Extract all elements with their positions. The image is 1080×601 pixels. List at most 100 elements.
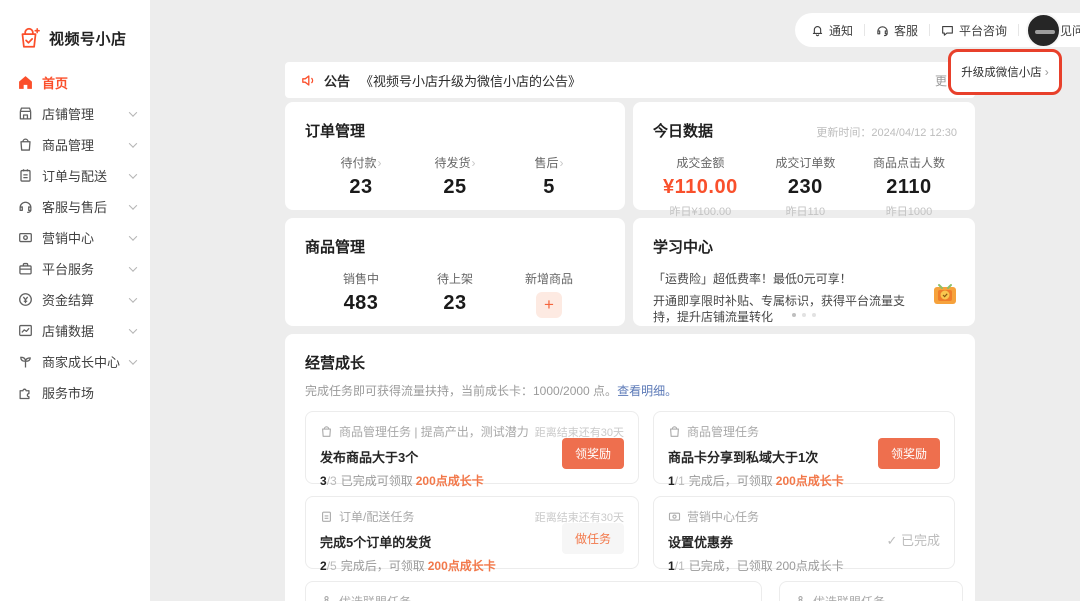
shop-bag-logo-icon (17, 26, 41, 50)
stat-on-sale[interactable]: 销售中 483 (333, 270, 389, 318)
sidebar-item-home[interactable]: 首页 (18, 72, 136, 93)
task-progress: 3/3已完成可领取200点成长卡 (320, 472, 624, 489)
sidebar-item-label: 资金结算 (42, 290, 94, 309)
upgrade-label: 升级成微信小店 (961, 64, 1042, 80)
sidebar-item-funds-settlement[interactable]: 资金结算 (18, 289, 136, 310)
task-category: 优选联盟任务 (339, 593, 411, 601)
updated-time: 更新时间：2024/04/12 12:30 (816, 124, 957, 140)
sidebar-item-label: 客服与售后 (42, 197, 107, 216)
stat-value: 23 (427, 292, 483, 315)
chart-icon (18, 323, 33, 338)
task-card-publish-products: 商品管理任务 | 提高产出，测试潜力 距离结束还有30天 发布商品大于3个 3/… (305, 411, 639, 484)
task-category: 优选联盟任务 (813, 593, 885, 601)
add-product-button[interactable]: + (536, 292, 562, 318)
sidebar-item-platform-services[interactable]: 平台服务 (18, 258, 136, 279)
carousel-dot[interactable] (792, 313, 796, 317)
sidebar-item-label: 营销中心 (42, 228, 94, 247)
alliance-network-icon (794, 595, 807, 601)
card-title: 经营成长 (305, 352, 955, 373)
announcement-bar: 公告 《视频号小店升级为微信小店的公告》 更多 (285, 62, 975, 98)
stat-value: 2110 (873, 176, 945, 199)
carousel-dot[interactable] (802, 313, 806, 317)
chevron-down-icon (129, 139, 137, 147)
task-card-set-coupon: 营销中心任务 设置优惠券 1/1已完成，已领取200点成长卡 ✓ 已完成 (653, 496, 955, 569)
chevron-down-icon (129, 201, 137, 209)
bag-icon (668, 425, 681, 438)
megaphone-icon (301, 73, 316, 88)
task-card-alliance-products: 优选联盟任务 设置5个联盟商品共计佣金 领奖励 (305, 581, 762, 601)
clipboard-icon (18, 168, 33, 183)
notifications-button[interactable]: 通知 (811, 22, 853, 39)
task-card-alliance-creators: 优选联盟任务 带动联盟达人带货5次 (779, 581, 963, 601)
claim-reward-button[interactable]: 领奖励 (562, 438, 624, 469)
app-window: 视频号小店 首页 店铺管理 商品管理 (0, 0, 1080, 601)
app-logo: 视频号小店 (0, 0, 150, 50)
stat-order-count: 成交订单数 230 昨日110 (775, 154, 835, 219)
task-progress: 2/5完成后，可领取200点成长卡 (320, 557, 624, 574)
app-title: 视频号小店 (49, 28, 127, 49)
chevron-down-icon (129, 263, 137, 271)
sidebar-item-customer-service[interactable]: 客服与售后 (18, 196, 136, 217)
stat-value: 230 (775, 176, 835, 199)
notifications-label: 通知 (829, 22, 853, 39)
chevron-down-icon (129, 325, 137, 333)
sidebar-item-shop-management[interactable]: 店铺管理 (18, 103, 136, 124)
do-task-button[interactable]: 做任务 (562, 523, 624, 554)
divider (864, 24, 865, 36)
sidebar-item-merchant-growth-center[interactable]: 商家成长中心 (18, 351, 136, 372)
learning-headline[interactable]: 「运费险」超低费率！最低0元可享！ (653, 270, 955, 287)
sidebar-item-label: 店铺数据 (42, 321, 94, 340)
clipboard-icon (320, 510, 333, 523)
home-icon (18, 75, 33, 90)
briefcase-icon (18, 261, 33, 276)
sidebar-menu: 首页 店铺管理 商品管理 订单与配送 (0, 72, 150, 403)
stat-pending-payment[interactable]: 待付款› 23 (333, 154, 389, 199)
stat-value: ¥110.00 (663, 176, 738, 199)
chevron-right-icon: › (378, 156, 382, 170)
card-title: 订单管理 (305, 120, 605, 141)
upgrade-to-wechat-shop-button[interactable]: 升级成微信小店 › (948, 49, 1062, 95)
today-data-card: 今日数据 更新时间：2024/04/12 12:30 成交金额 ¥110.00 … (633, 102, 975, 210)
carousel-dot[interactable] (812, 313, 816, 317)
platform-consult-button[interactable]: 平台咨询 (941, 22, 1007, 39)
check-icon: ✓ (886, 533, 897, 548)
stat-pending-shipment[interactable]: 待发货› 25 (427, 154, 483, 199)
coupon-icon (18, 230, 33, 245)
business-growth-card: 经营成长 完成任务即可获得流量扶持，当前成长卡：1000/2000 点。查看明细… (285, 334, 975, 601)
task-category: 商品管理任务 | 提高产出，测试潜力 (339, 423, 529, 440)
carousel-dots (633, 313, 975, 317)
stat-yesterday: 昨日110 (775, 203, 835, 219)
task-completed-status: ✓ 已完成 (886, 530, 940, 549)
learning-description[interactable]: 开通即享限时补贴、专属标识，获得平台流量支持，提升店铺流量转化 (653, 293, 921, 325)
platform-consult-label: 平台咨询 (959, 22, 1007, 39)
sidebar-item-label: 首页 (42, 73, 68, 92)
customer-service-button[interactable]: 客服 (876, 22, 918, 39)
task-progress: 1/1已完成，已领取200点成长卡 (668, 557, 940, 574)
sidebar-item-label: 商品管理 (42, 135, 94, 154)
stat-after-sales[interactable]: 售后› 5 (521, 154, 577, 199)
sidebar-item-service-market[interactable]: 服务市场 (18, 382, 136, 403)
sidebar-item-marketing-center[interactable]: 营销中心 (18, 227, 136, 248)
task-category: 营销中心任务 (687, 508, 759, 525)
sidebar-item-label: 平台服务 (42, 259, 94, 278)
stat-to-be-listed[interactable]: 待上架 23 (427, 270, 483, 318)
view-detail-link[interactable]: 查看明细。 (617, 384, 677, 398)
stat-value: 25 (427, 176, 483, 199)
sidebar-item-orders-delivery[interactable]: 订单与配送 (18, 165, 136, 186)
announcement-title[interactable]: 《视频号小店升级为微信小店的公告》 (360, 71, 581, 90)
coupon-icon (668, 510, 681, 523)
task-category: 订单/配送任务 (339, 508, 414, 525)
chevron-down-icon (129, 356, 137, 364)
sidebar-item-label: 店铺管理 (42, 104, 94, 123)
headset-icon (18, 199, 33, 214)
bag-icon (320, 425, 333, 438)
claim-reward-button[interactable]: 领奖励 (878, 438, 940, 469)
headset-icon (876, 24, 889, 37)
sidebar-item-shop-data[interactable]: 店铺数据 (18, 320, 136, 341)
sidebar: 视频号小店 首页 店铺管理 商品管理 (0, 0, 150, 601)
stat-value: 23 (333, 176, 389, 199)
sidebar-item-product-management[interactable]: 商品管理 (18, 134, 136, 155)
avatar[interactable] (1026, 13, 1061, 48)
chevron-down-icon (129, 232, 137, 240)
stat-value: 483 (333, 292, 389, 315)
